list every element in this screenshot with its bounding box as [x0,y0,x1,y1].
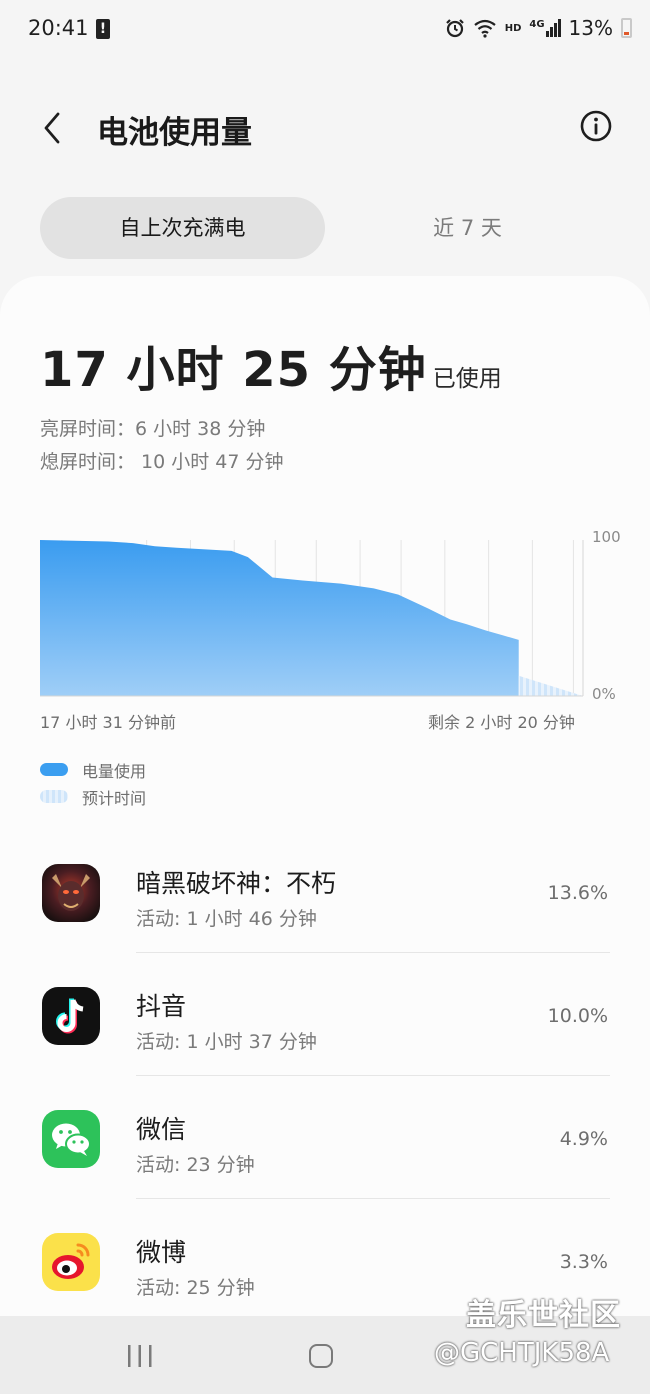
app-percent: 10.0% [547,1005,608,1027]
list-item-diablo[interactable]: 暗黑破坏神：不朽 活动: 1 小时 46 分钟 13.6% [0,830,650,953]
signal-icon: 4G [529,19,561,37]
app-percent: 4.9% [559,1128,608,1150]
total-usage-suffix: 已使用 [432,366,502,392]
wifi-icon [474,19,496,38]
recent-apps-button[interactable] [125,1344,155,1368]
usage-total: 17 小时 25 分钟 已使用 [40,330,502,400]
app-percent: 3.3% [559,1251,608,1273]
info-button[interactable] [578,108,614,144]
app-active-time: 活动: 1 小时 46 分钟 [136,908,317,930]
wechat-icon [42,1110,100,1168]
watermark-community: 盖乐世社区 [466,1298,621,1333]
legend-swatch-estimate [40,790,68,803]
weibo-icon [42,1233,100,1291]
legend-label-usage: 电量使用 [82,761,147,781]
battery-text: 13% [568,16,613,40]
legend-label-estimate: 预计时间 [82,788,147,808]
y-axis-top-label: 100 [592,528,621,546]
app-name: 暗黑破坏神：不朽 [136,869,337,898]
app-name: 抖音 [136,992,187,1021]
chart-legend: 电量使用 预计时间 [40,756,146,810]
back-button[interactable] [30,106,74,150]
home-button[interactable] [309,1344,333,1368]
screen-off-time: 熄屏时间： 10 小时 47 分钟 [40,451,284,473]
usage-area [40,540,519,696]
chevron-left-icon [44,112,60,144]
status-bar: 20:41 ! HD 4G 13% [0,0,650,60]
alert-icon: ! [96,19,110,39]
legend-item-usage: 电量使用 [40,756,146,783]
period-tabs: 自上次充满电 近 7 天 [40,197,610,259]
diablo-icon [42,864,100,922]
status-icons: HD 4G 13% [445,16,632,40]
douyin-icon [42,987,100,1045]
battery-icon [621,18,632,38]
y-axis-bottom-label: 0% [592,685,616,703]
screen-on-time: 亮屏时间：6 小时 38 分钟 [40,418,266,440]
app-active-time: 活动: 25 分钟 [136,1277,255,1299]
watermark-handle: @GCHTJK58A [434,1338,610,1368]
app-active-time: 活动: 23 分钟 [136,1154,255,1176]
x-axis-start-label: 17 小时 31 分钟前 [40,713,176,732]
alarm-icon [445,19,464,38]
list-item-wechat[interactable]: 微信 活动: 23 分钟 4.9% [0,1076,650,1199]
header: 电池使用量 [0,90,650,170]
info-icon [580,110,612,142]
app-active-time: 活动: 1 小时 37 分钟 [136,1031,317,1053]
legend-swatch-usage [40,763,68,776]
status-time: 20:41 [28,16,89,40]
x-axis-end-label: 剩余 2 小时 20 分钟 [428,713,575,732]
app-name: 微信 [136,1115,187,1144]
battery-chart[interactable]: 100 0% [40,525,640,715]
page-title: 电池使用量 [97,115,252,151]
list-item-douyin[interactable]: 抖音 活动: 1 小时 37 分钟 10.0% [0,953,650,1076]
app-percent: 13.6% [547,882,608,904]
total-usage-time: 17 小时 25 分钟 [40,342,427,398]
hd-icon: HD [504,22,522,34]
legend-item-estimate: 预计时间 [40,783,146,810]
tab-since-full-charge[interactable]: 自上次充满电 [40,197,325,259]
tab-last-7-days[interactable]: 近 7 天 [325,197,610,259]
network-type-label: 4G [529,19,545,30]
battery-chart-svg [40,540,584,697]
app-name: 微博 [136,1238,187,1267]
